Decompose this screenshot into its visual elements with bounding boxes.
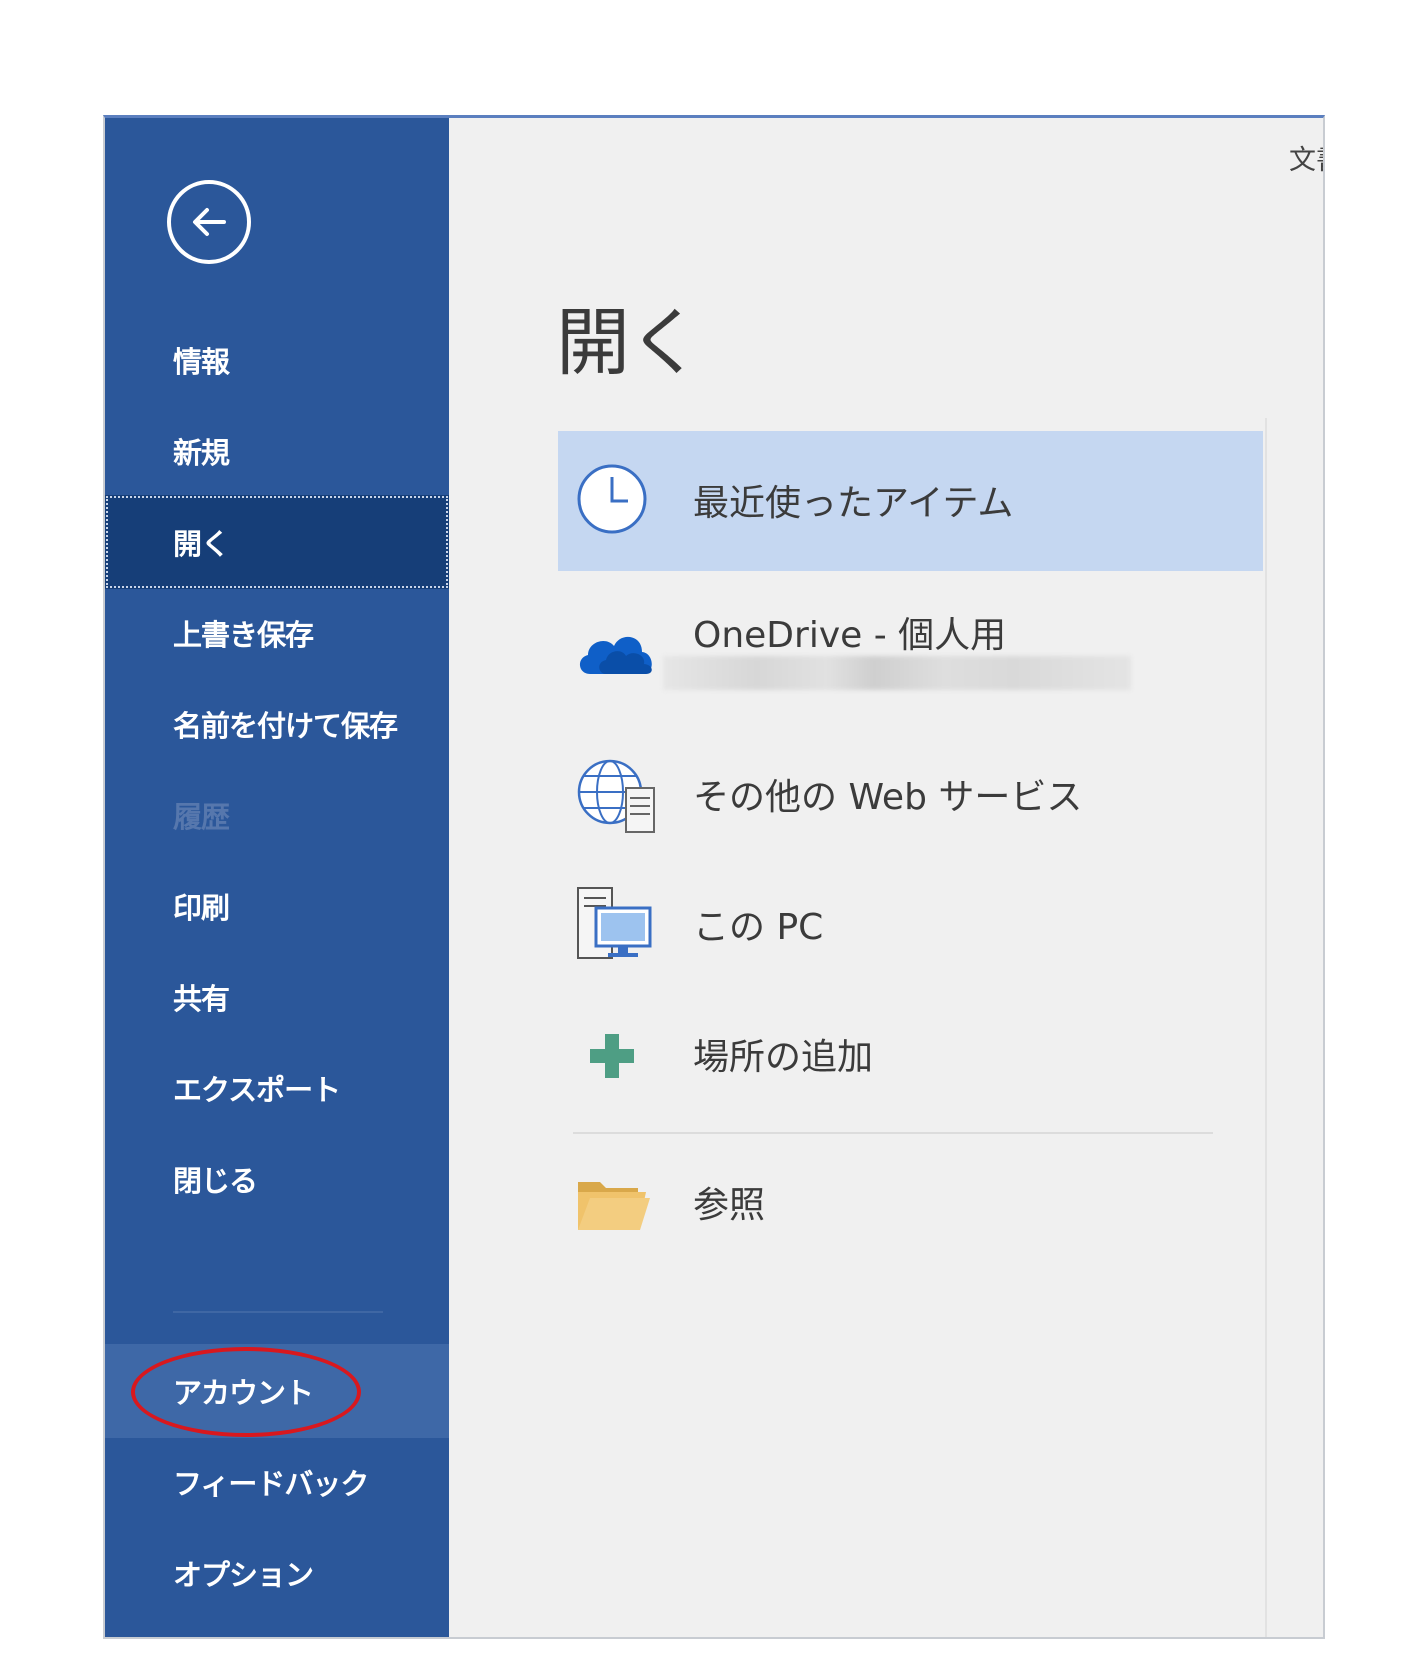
nav-export-label: エクスポート: [173, 1073, 341, 1107]
back-button[interactable]: [167, 180, 251, 264]
nav-close-label: 閉じる: [173, 1164, 258, 1198]
nav-info-label: 情報: [173, 345, 230, 379]
folder-icon: [576, 1176, 652, 1241]
corner-text: 文書: [1289, 145, 1323, 176]
open-pane: 文書 開く 最近使ったアイテム OneDrive - 個人用: [449, 118, 1323, 1637]
nav-new[interactable]: 新規: [105, 404, 449, 498]
location-this-pc-label: この PC: [693, 907, 824, 948]
nav-save-as-label: 名前を付けて保存: [173, 709, 398, 743]
location-web-services[interactable]: その他の Web サービス: [558, 740, 1263, 850]
location-onedrive[interactable]: OneDrive - 個人用: [558, 596, 1263, 716]
nav-options[interactable]: オプション: [105, 1526, 449, 1620]
nav-share[interactable]: 共有: [105, 950, 449, 1044]
locations-divider: [573, 1132, 1213, 1134]
location-browse-label: 参照: [693, 1185, 766, 1226]
page-title: 開く: [556, 300, 702, 386]
nav-export[interactable]: エクスポート: [105, 1041, 449, 1135]
location-recent[interactable]: 最近使ったアイテム: [558, 431, 1263, 571]
backstage-window: 情報 新規 開く 上書き保存 名前を付けて保存 履歴 印刷 共有 エクスポート …: [103, 115, 1325, 1639]
nav-history: 履歴: [105, 768, 449, 862]
nav-save-label: 上書き保存: [173, 618, 314, 652]
back-arrow-icon: [193, 208, 226, 236]
nav-new-label: 新規: [173, 436, 230, 470]
nav-history-label: 履歴: [173, 800, 230, 834]
location-recent-label: 最近使ったアイテム: [693, 483, 1014, 524]
nav-divider: [173, 1311, 383, 1313]
nav-open-label: 開く: [173, 527, 230, 561]
onedrive-cloud-icon: [576, 624, 656, 689]
pane-divider: [1265, 418, 1267, 1637]
nav-account[interactable]: アカウント: [105, 1344, 449, 1438]
nav-print-label: 印刷: [173, 891, 230, 925]
nav-feedback-label: フィードバック: [173, 1467, 369, 1501]
pc-monitor-icon: [576, 886, 652, 971]
location-browse[interactable]: 参照: [558, 1148, 1263, 1258]
nav-feedback[interactable]: フィードバック: [105, 1435, 449, 1529]
clock-icon: [576, 463, 648, 544]
nav-save[interactable]: 上書き保存: [105, 586, 449, 680]
blurred-email: [663, 656, 1131, 690]
globe-server-icon: [576, 758, 658, 843]
location-web-services-label: その他の Web サービス: [693, 777, 1083, 818]
nav-account-label: アカウント: [173, 1376, 314, 1410]
location-add-place[interactable]: 場所の追加: [558, 998, 1263, 1108]
nav-share-label: 共有: [173, 982, 230, 1016]
nav-print[interactable]: 印刷: [105, 859, 449, 953]
location-add-place-label: 場所の追加: [693, 1037, 874, 1078]
nav-open[interactable]: 開く: [105, 495, 449, 589]
location-onedrive-label: OneDrive - 個人用: [693, 615, 1007, 656]
nav-options-label: オプション: [173, 1558, 314, 1592]
backstage-sidebar: 情報 新規 開く 上書き保存 名前を付けて保存 履歴 印刷 共有 エクスポート …: [105, 118, 449, 1637]
location-this-pc[interactable]: この PC: [558, 870, 1263, 980]
nav-close[interactable]: 閉じる: [105, 1132, 449, 1226]
plus-icon: [588, 1032, 636, 1089]
nav-save-as[interactable]: 名前を付けて保存: [105, 677, 449, 771]
nav-info[interactable]: 情報: [105, 313, 449, 407]
